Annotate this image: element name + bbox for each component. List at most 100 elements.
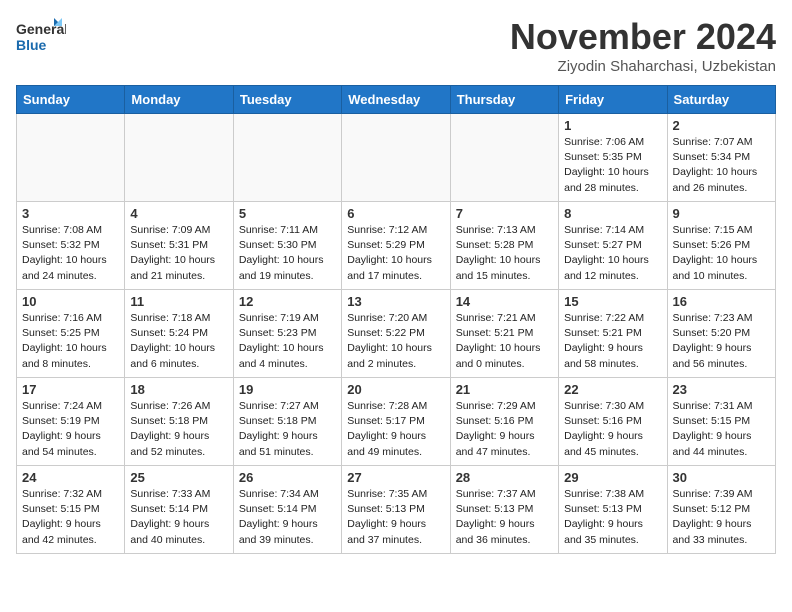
location: Ziyodin Shaharchasi, Uzbekistan	[510, 58, 776, 75]
calendar-week-row: 24 Sunrise: 7:32 AM Sunset: 5:15 PM Dayli…	[17, 466, 776, 554]
day-number: 18	[130, 382, 227, 397]
day-info: Sunrise: 7:07 AM Sunset: 5:34 PM Dayligh…	[673, 135, 770, 196]
calendar-week-row: 3 Sunrise: 7:08 AM Sunset: 5:32 PM Daylig…	[17, 202, 776, 290]
day-info: Sunrise: 7:21 AM Sunset: 5:21 PM Dayligh…	[456, 311, 553, 372]
calendar-cell: 9 Sunrise: 7:15 AM Sunset: 5:26 PM Daylig…	[667, 202, 775, 290]
day-info: Sunrise: 7:27 AM Sunset: 5:18 PM Dayligh…	[239, 399, 336, 460]
calendar-week-row: 10 Sunrise: 7:16 AM Sunset: 5:25 PM Dayli…	[17, 290, 776, 378]
day-number: 16	[673, 294, 770, 309]
calendar-cell: 4 Sunrise: 7:09 AM Sunset: 5:31 PM Daylig…	[125, 202, 233, 290]
day-number: 12	[239, 294, 336, 309]
day-info: Sunrise: 7:26 AM Sunset: 5:18 PM Dayligh…	[130, 399, 227, 460]
weekday-header: Monday	[125, 86, 233, 114]
day-number: 3	[22, 206, 119, 221]
calendar-cell	[450, 114, 558, 202]
day-number: 15	[564, 294, 661, 309]
day-number: 13	[347, 294, 444, 309]
calendar-cell: 7Sunrise: 7:13 AM Sunset: 5:28 PM Daylig…	[450, 202, 558, 290]
day-info: Sunrise: 7:23 AM Sunset: 5:20 PM Dayligh…	[673, 311, 770, 372]
weekday-header: Friday	[559, 86, 667, 114]
day-number: 24	[22, 470, 119, 485]
calendar-cell: 14 Sunrise: 7:21 AM Sunset: 5:21 PM Dayli…	[450, 290, 558, 378]
calendar-cell	[125, 114, 233, 202]
weekday-header: Wednesday	[342, 86, 450, 114]
logo-svg: GeneralBlue	[16, 16, 66, 58]
day-number: 30	[673, 470, 770, 485]
day-info: Sunrise: 7:32 AM Sunset: 5:15 PM Dayligh…	[22, 487, 119, 548]
calendar-cell: 28 Sunrise: 7:37 AM Sunset: 5:13 PM Dayli…	[450, 466, 558, 554]
day-info: Sunrise: 7:29 AM Sunset: 5:16 PM Dayligh…	[456, 399, 553, 460]
svg-text:Blue: Blue	[16, 37, 47, 53]
day-info: Sunrise: 7:14 AM Sunset: 5:27 PM Dayligh…	[564, 223, 661, 284]
day-info: Sunrise: 7:39 AM Sunset: 5:12 PM Dayligh…	[673, 487, 770, 548]
calendar-cell: 3 Sunrise: 7:08 AM Sunset: 5:32 PM Daylig…	[17, 202, 125, 290]
calendar-cell: 22 Sunrise: 7:30 AM Sunset: 5:16 PM Dayli…	[559, 378, 667, 466]
day-info: Sunrise: 7:34 AM Sunset: 5:14 PM Dayligh…	[239, 487, 336, 548]
day-number: 28	[456, 470, 553, 485]
day-info: Sunrise: 7:37 AM Sunset: 5:13 PM Dayligh…	[456, 487, 553, 548]
day-info: Sunrise: 7:16 AM Sunset: 5:25 PM Dayligh…	[22, 311, 119, 372]
month-title: November 2024	[510, 16, 776, 58]
day-info: Sunrise: 7:24 AM Sunset: 5:19 PM Dayligh…	[22, 399, 119, 460]
day-number: 1	[564, 118, 661, 133]
calendar-cell: 24 Sunrise: 7:32 AM Sunset: 5:15 PM Dayli…	[17, 466, 125, 554]
day-info: Sunrise: 7:20 AM Sunset: 5:22 PM Dayligh…	[347, 311, 444, 372]
weekday-header: Sunday	[17, 86, 125, 114]
calendar-cell: 21Sunrise: 7:29 AM Sunset: 5:16 PM Dayli…	[450, 378, 558, 466]
day-number: 5	[239, 206, 336, 221]
day-info: Sunrise: 7:09 AM Sunset: 5:31 PM Dayligh…	[130, 223, 227, 284]
day-number: 27	[347, 470, 444, 485]
day-info: Sunrise: 7:13 AM Sunset: 5:28 PM Dayligh…	[456, 223, 553, 284]
day-number: 6	[347, 206, 444, 221]
logo: GeneralBlue	[16, 16, 66, 58]
day-number: 4	[130, 206, 227, 221]
day-info: Sunrise: 7:22 AM Sunset: 5:21 PM Dayligh…	[564, 311, 661, 372]
weekday-header: Thursday	[450, 86, 558, 114]
day-number: 29	[564, 470, 661, 485]
calendar-cell: 29 Sunrise: 7:38 AM Sunset: 5:13 PM Dayli…	[559, 466, 667, 554]
calendar-cell: 15 Sunrise: 7:22 AM Sunset: 5:21 PM Dayli…	[559, 290, 667, 378]
weekday-header: Saturday	[667, 86, 775, 114]
calendar-cell: 30 Sunrise: 7:39 AM Sunset: 5:12 PM Dayli…	[667, 466, 775, 554]
day-number: 25	[130, 470, 227, 485]
day-info: Sunrise: 7:38 AM Sunset: 5:13 PM Dayligh…	[564, 487, 661, 548]
day-info: Sunrise: 7:30 AM Sunset: 5:16 PM Dayligh…	[564, 399, 661, 460]
day-number: 17	[22, 382, 119, 397]
calendar-cell: 10 Sunrise: 7:16 AM Sunset: 5:25 PM Dayli…	[17, 290, 125, 378]
day-info: Sunrise: 7:35 AM Sunset: 5:13 PM Dayligh…	[347, 487, 444, 548]
day-number: 19	[239, 382, 336, 397]
day-number: 26	[239, 470, 336, 485]
calendar-cell: 1 Sunrise: 7:06 AM Sunset: 5:35 PM Daylig…	[559, 114, 667, 202]
day-number: 8	[564, 206, 661, 221]
calendar-cell: 27 Sunrise: 7:35 AM Sunset: 5:13 PM Dayli…	[342, 466, 450, 554]
day-number: 10	[22, 294, 119, 309]
title-block: November 2024 Ziyodin Shaharchasi, Uzbek…	[510, 16, 776, 75]
day-number: 14	[456, 294, 553, 309]
calendar-cell: 6Sunrise: 7:12 AM Sunset: 5:29 PM Daylig…	[342, 202, 450, 290]
calendar-week-row: 17 Sunrise: 7:24 AM Sunset: 5:19 PM Dayli…	[17, 378, 776, 466]
day-info: Sunrise: 7:19 AM Sunset: 5:23 PM Dayligh…	[239, 311, 336, 372]
calendar-cell: 8 Sunrise: 7:14 AM Sunset: 5:27 PM Daylig…	[559, 202, 667, 290]
day-info: Sunrise: 7:18 AM Sunset: 5:24 PM Dayligh…	[130, 311, 227, 372]
calendar-cell: 11Sunrise: 7:18 AM Sunset: 5:24 PM Dayli…	[125, 290, 233, 378]
calendar-cell: 23Sunrise: 7:31 AM Sunset: 5:15 PM Dayli…	[667, 378, 775, 466]
calendar-cell: 25Sunrise: 7:33 AM Sunset: 5:14 PM Dayli…	[125, 466, 233, 554]
weekday-header: Tuesday	[233, 86, 341, 114]
calendar-cell: 12 Sunrise: 7:19 AM Sunset: 5:23 PM Dayli…	[233, 290, 341, 378]
calendar-cell: 2 Sunrise: 7:07 AM Sunset: 5:34 PM Daylig…	[667, 114, 775, 202]
day-number: 22	[564, 382, 661, 397]
calendar-cell: 26 Sunrise: 7:34 AM Sunset: 5:14 PM Dayli…	[233, 466, 341, 554]
day-number: 20	[347, 382, 444, 397]
calendar-cell: 18 Sunrise: 7:26 AM Sunset: 5:18 PM Dayli…	[125, 378, 233, 466]
calendar-cell: 13 Sunrise: 7:20 AM Sunset: 5:22 PM Dayli…	[342, 290, 450, 378]
day-info: Sunrise: 7:11 AM Sunset: 5:30 PM Dayligh…	[239, 223, 336, 284]
day-info: Sunrise: 7:28 AM Sunset: 5:17 PM Dayligh…	[347, 399, 444, 460]
day-info: Sunrise: 7:08 AM Sunset: 5:32 PM Dayligh…	[22, 223, 119, 284]
day-info: Sunrise: 7:15 AM Sunset: 5:26 PM Dayligh…	[673, 223, 770, 284]
calendar-cell: 5 Sunrise: 7:11 AM Sunset: 5:30 PM Daylig…	[233, 202, 341, 290]
day-info: Sunrise: 7:06 AM Sunset: 5:35 PM Dayligh…	[564, 135, 661, 196]
day-number: 9	[673, 206, 770, 221]
calendar-cell: 19 Sunrise: 7:27 AM Sunset: 5:18 PM Dayli…	[233, 378, 341, 466]
day-number: 2	[673, 118, 770, 133]
calendar-cell	[17, 114, 125, 202]
